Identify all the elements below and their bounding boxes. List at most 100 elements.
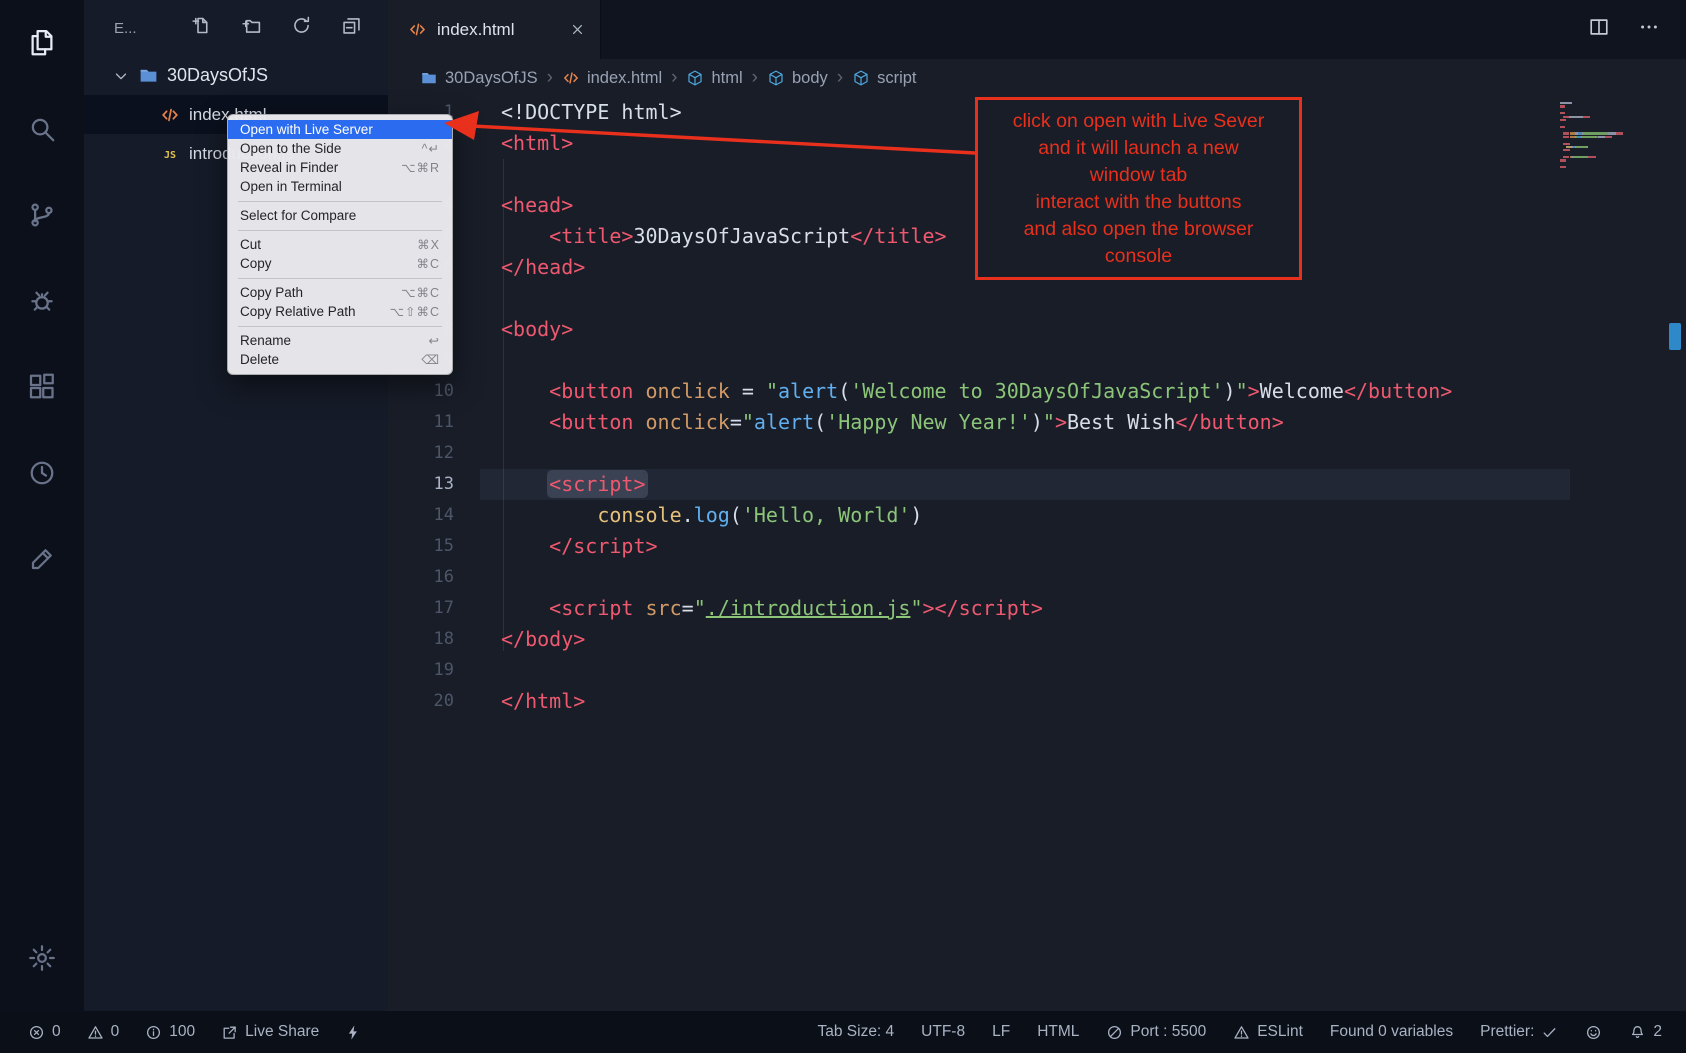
- breadcrumb-item-body[interactable]: body: [767, 69, 828, 88]
- activity-history[interactable]: [0, 430, 84, 516]
- annotation-text-line: and it will launch a new: [978, 135, 1299, 162]
- status-live-server-port[interactable]: Port : 5500: [1106, 1023, 1206, 1041]
- tab-label: index.html: [437, 20, 559, 40]
- collapse-all-button[interactable]: [341, 15, 362, 41]
- html-code-icon: [562, 69, 580, 87]
- refresh-icon: [291, 15, 312, 36]
- activity-explorer[interactable]: [0, 0, 84, 86]
- status-feedback[interactable]: [1585, 1024, 1602, 1041]
- status-label: Found 0 variables: [1330, 1023, 1453, 1041]
- code-line-12: 12: [388, 438, 1686, 469]
- code-line-16: 16: [388, 562, 1686, 593]
- breadcrumb-label: index.html: [587, 69, 662, 88]
- status-label: 100: [169, 1023, 195, 1041]
- new-folder-icon: [241, 15, 262, 36]
- status-label: Live Share: [245, 1023, 319, 1041]
- line-number: 19: [388, 655, 480, 686]
- menu-item-label: Cut: [240, 237, 417, 252]
- status-variables[interactable]: Found 0 variables: [1330, 1023, 1453, 1041]
- code-line-7: 7: [388, 283, 1686, 314]
- breadcrumb-item-index-html[interactable]: index.html: [562, 69, 662, 88]
- split-editor-button[interactable]: [1588, 16, 1610, 43]
- activity-edit-session[interactable]: [0, 516, 84, 602]
- line-number: 20: [388, 686, 480, 717]
- code-text: [480, 283, 1686, 314]
- menu-item-rename[interactable]: Rename↩: [228, 331, 452, 350]
- code-text: [480, 345, 1686, 376]
- menu-item-copy[interactable]: Copy⌘C: [228, 254, 452, 273]
- annotation-box: click on open with Live Severand it will…: [975, 97, 1302, 280]
- menu-item-label: Rename: [240, 333, 429, 348]
- status-prettier[interactable]: Prettier:: [1480, 1023, 1558, 1041]
- status-language-mode[interactable]: HTML: [1037, 1023, 1079, 1041]
- html-code-icon: [408, 20, 427, 39]
- code-text: </body>: [480, 624, 1686, 655]
- line-number: 17: [388, 593, 480, 624]
- collapse-all-icon: [341, 15, 362, 36]
- tab-index-html[interactable]: index.html: [388, 0, 601, 59]
- source-control-icon: [27, 200, 57, 230]
- status-notifications[interactable]: 2: [1629, 1023, 1662, 1041]
- menu-item-select-for-compare[interactable]: Select for Compare: [228, 206, 452, 225]
- line-number: 16: [388, 562, 480, 593]
- menu-item-copy-path[interactable]: Copy Path⌥⌘C: [228, 283, 452, 302]
- status-eol[interactable]: LF: [992, 1023, 1010, 1041]
- chevron-down-icon: [112, 67, 130, 85]
- breadcrumb-label: body: [792, 69, 828, 88]
- breadcrumb-item-html[interactable]: html: [686, 69, 742, 88]
- annotation-text-line: window tab: [978, 162, 1299, 189]
- menu-item-open-in-terminal[interactable]: Open in Terminal: [228, 177, 452, 196]
- line-number: 10: [388, 376, 480, 407]
- info-icon: [145, 1024, 162, 1041]
- new-folder-button[interactable]: [241, 15, 262, 41]
- annotation-text-line: interact with the buttons: [978, 189, 1299, 216]
- menu-item-shortcut: ⌥⌘C: [401, 285, 440, 300]
- svg-text:JS: JS: [164, 149, 176, 160]
- code-text: [480, 562, 1686, 593]
- activity-source-control[interactable]: [0, 172, 84, 258]
- code-line-13: 13 <script>: [388, 469, 1686, 500]
- minimap[interactable]: [1560, 102, 1660, 170]
- more-actions-button[interactable]: [1638, 16, 1660, 43]
- folder-icon: [138, 65, 159, 86]
- code-line-14: 14 console.log('Hello, World'): [388, 500, 1686, 531]
- status-label: LF: [992, 1023, 1010, 1041]
- status-tab-size[interactable]: Tab Size: 4: [817, 1023, 894, 1041]
- activity-extensions[interactable]: [0, 344, 84, 430]
- split-editor-icon: [1588, 16, 1610, 38]
- breadcrumb-item-30daysofjs[interactable]: 30DaysOfJS: [420, 69, 538, 88]
- code-text: [480, 438, 1686, 469]
- menu-item-cut[interactable]: Cut⌘X: [228, 235, 452, 254]
- status-info[interactable]: 100: [145, 1023, 195, 1041]
- menu-item-open-with-live-server[interactable]: Open with Live Server: [228, 120, 452, 139]
- status-warnings[interactable]: 0: [87, 1023, 120, 1041]
- refresh-button[interactable]: [291, 15, 312, 41]
- status-label: ESLint: [1257, 1023, 1303, 1041]
- activity-manage[interactable]: [0, 915, 84, 1001]
- code-text: <body>: [480, 314, 1686, 345]
- status-live-share[interactable]: Live Share: [221, 1023, 319, 1041]
- line-number: 14: [388, 500, 480, 531]
- status-eslint[interactable]: ESLint: [1233, 1023, 1303, 1041]
- status-code-runner[interactable]: [345, 1024, 362, 1041]
- code-text: <script src="./introduction.js"></script…: [480, 593, 1686, 624]
- bell-icon: [1629, 1024, 1646, 1041]
- status-errors[interactable]: 0: [28, 1023, 61, 1041]
- menu-item-reveal-in-finder[interactable]: Reveal in Finder⌥⌘R: [228, 158, 452, 177]
- close-icon[interactable]: [569, 21, 586, 38]
- menu-item-copy-relative-path[interactable]: Copy Relative Path⌥⇧⌘C: [228, 302, 452, 321]
- activity-search[interactable]: [0, 86, 84, 172]
- breadcrumb-item-script[interactable]: script: [852, 69, 916, 88]
- tree-root-folder[interactable]: 30DaysOfJS: [84, 56, 388, 95]
- new-file-button[interactable]: [191, 15, 212, 41]
- status-encoding[interactable]: UTF-8: [921, 1023, 965, 1041]
- menu-item-delete[interactable]: Delete⌫: [228, 350, 452, 369]
- port-icon: [1106, 1024, 1123, 1041]
- status-bar-left: 0 0 100 Live Share: [28, 1023, 362, 1041]
- menu-item-open-to-the-side[interactable]: Open to the Side^↵: [228, 139, 452, 158]
- status-label: 2: [1653, 1023, 1662, 1041]
- annotation-text-line: and also open the browser: [978, 216, 1299, 243]
- activity-run-and-debug[interactable]: [0, 258, 84, 344]
- menu-item-shortcut: ⌫: [421, 352, 440, 367]
- code-line-20: 20</html>: [388, 686, 1686, 717]
